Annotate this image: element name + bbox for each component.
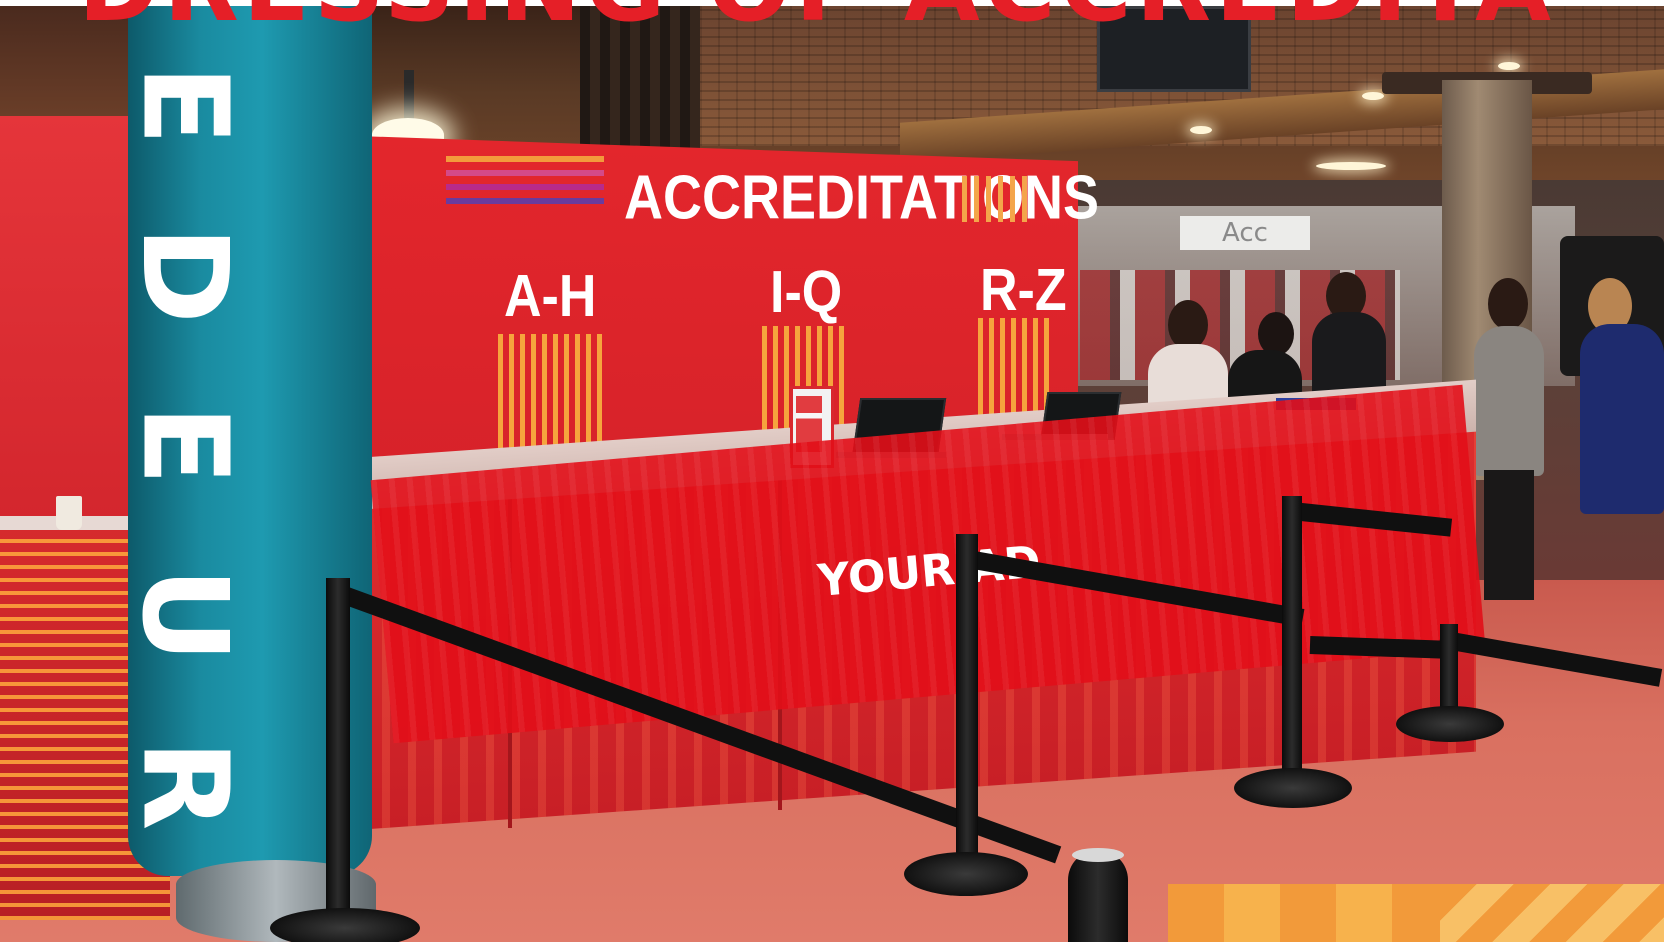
column-lettering: E D E U R — [116, 20, 254, 880]
stanchion-post — [1068, 850, 1128, 942]
stanchion-post — [956, 534, 978, 864]
stanchion-base — [1234, 768, 1352, 808]
stanchion-post — [1282, 496, 1302, 776]
photo-stage: Acc ACCREDITATIONS A-H I-Q R-Z E D E U R… — [0, 0, 1664, 942]
ceiling-light — [1498, 62, 1520, 70]
range-label-a-h: A-H — [504, 263, 597, 330]
stanchion-base — [904, 852, 1028, 896]
range-label-r-z: R-Z — [980, 257, 1067, 324]
title-ticks — [962, 176, 1032, 222]
orange-corner-diagonal — [1440, 884, 1664, 942]
title-stripes — [446, 156, 604, 212]
person-head — [1488, 278, 1528, 330]
paper-cup — [56, 496, 82, 530]
person-head — [1168, 300, 1208, 350]
column-letter: E — [115, 404, 254, 486]
range-label-i-q: I-Q — [770, 259, 843, 326]
stanchion-cap — [1072, 848, 1124, 862]
stanchion-base — [1396, 706, 1504, 742]
column-letter: D — [116, 226, 255, 324]
page-headline: DRESSING OF ACCREDITA — [78, 0, 1555, 36]
ceiling-light — [1190, 126, 1212, 134]
person-body — [1580, 324, 1664, 514]
ceiling-light — [1316, 162, 1386, 170]
ceiling-light — [1362, 92, 1384, 100]
column-letter: R — [116, 739, 254, 831]
person-legs — [1484, 470, 1534, 600]
stanchion-base — [270, 908, 420, 942]
lamp-cord — [404, 70, 414, 122]
stanchion-post — [326, 578, 350, 942]
person-body — [1474, 326, 1544, 476]
background-sign: Acc — [1180, 216, 1310, 250]
column-letter: U — [116, 567, 255, 663]
column-letter: E — [115, 64, 254, 146]
